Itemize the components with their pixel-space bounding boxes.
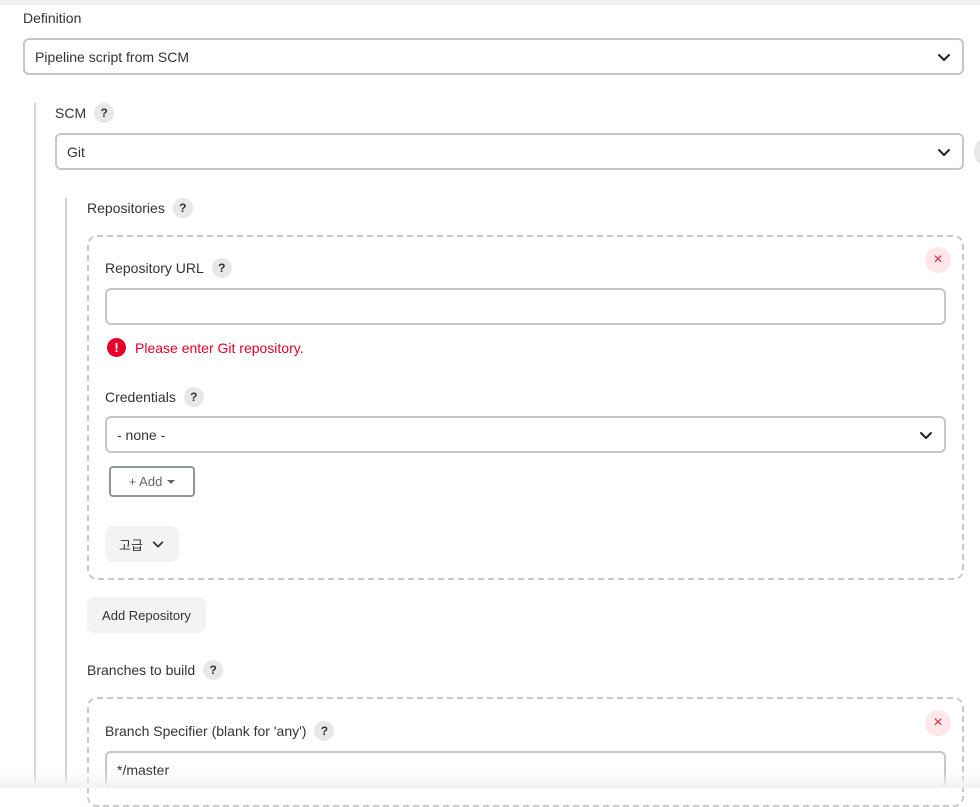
scm-help-icon[interactable]: ? — [94, 103, 115, 123]
add-repository-button-label: Add Repository — [102, 607, 191, 623]
remove-branch-close-icon[interactable]: × — [925, 710, 951, 736]
repository-url-input[interactable] — [105, 288, 946, 325]
bottom-fade — [0, 772, 980, 788]
definition-select[interactable]: Pipeline script from SCM — [23, 38, 964, 75]
add-credentials-button[interactable]: + Add — [109, 466, 195, 497]
repository-url-label-text: Repository URL — [105, 260, 204, 276]
error-icon: ! — [107, 338, 126, 357]
advanced-button-label: 고급 — [119, 537, 143, 553]
branches-label: Branches to build ? — [87, 660, 224, 680]
scm-nesting-line — [34, 103, 36, 788]
scm-label-text: SCM — [55, 105, 87, 121]
repositories-label: Repositories ? — [87, 198, 193, 218]
branch-specifier-label: Branch Specifier (blank for 'any') ? — [105, 721, 335, 741]
credentials-selected-value: - none - — [117, 426, 166, 443]
credentials-label-text: Credentials — [105, 389, 176, 405]
scm-side-help-icon[interactable] — [974, 139, 980, 165]
chevron-down-icon — [938, 148, 950, 156]
repository-card — [87, 235, 964, 580]
scm-select[interactable]: Git — [55, 133, 964, 170]
scm-selected-value: Git — [67, 143, 85, 160]
definition-selected-value: Pipeline script from SCM — [35, 48, 190, 65]
chevron-down-icon — [920, 431, 932, 439]
credentials-label: Credentials ? — [105, 387, 204, 407]
repository-url-label: Repository URL ? — [105, 258, 232, 278]
repository-url-help-icon[interactable]: ? — [211, 258, 232, 278]
branches-help-icon[interactable]: ? — [203, 660, 224, 680]
git-nesting-line — [65, 198, 67, 788]
credentials-select[interactable]: - none - — [105, 416, 946, 453]
branches-label-text: Branches to build — [87, 662, 196, 678]
branch-specifier-help-icon[interactable]: ? — [314, 721, 335, 741]
repository-url-error-text: Please enter Git repository. — [135, 339, 304, 356]
advanced-button[interactable]: 고급 — [105, 526, 179, 562]
repositories-help-icon[interactable]: ? — [172, 198, 193, 218]
add-credentials-button-label: + Add — [128, 474, 163, 489]
definition-label-text: Definition — [23, 10, 82, 26]
definition-label: Definition — [23, 10, 81, 26]
credentials-help-icon[interactable]: ? — [183, 387, 204, 407]
chevron-down-icon — [152, 541, 164, 548]
repository-url-error: ! Please enter Git repository. — [107, 338, 304, 357]
caret-down-icon — [167, 479, 176, 484]
chevron-down-icon — [938, 53, 950, 61]
repositories-label-text: Repositories — [87, 200, 165, 216]
scm-label: SCM ? — [55, 103, 115, 123]
add-repository-button[interactable]: Add Repository — [87, 597, 206, 633]
remove-repository-close-icon[interactable]: × — [925, 247, 951, 273]
top-bar — [0, 0, 980, 5]
branch-specifier-label-text: Branch Specifier (blank for 'any') — [105, 723, 307, 739]
